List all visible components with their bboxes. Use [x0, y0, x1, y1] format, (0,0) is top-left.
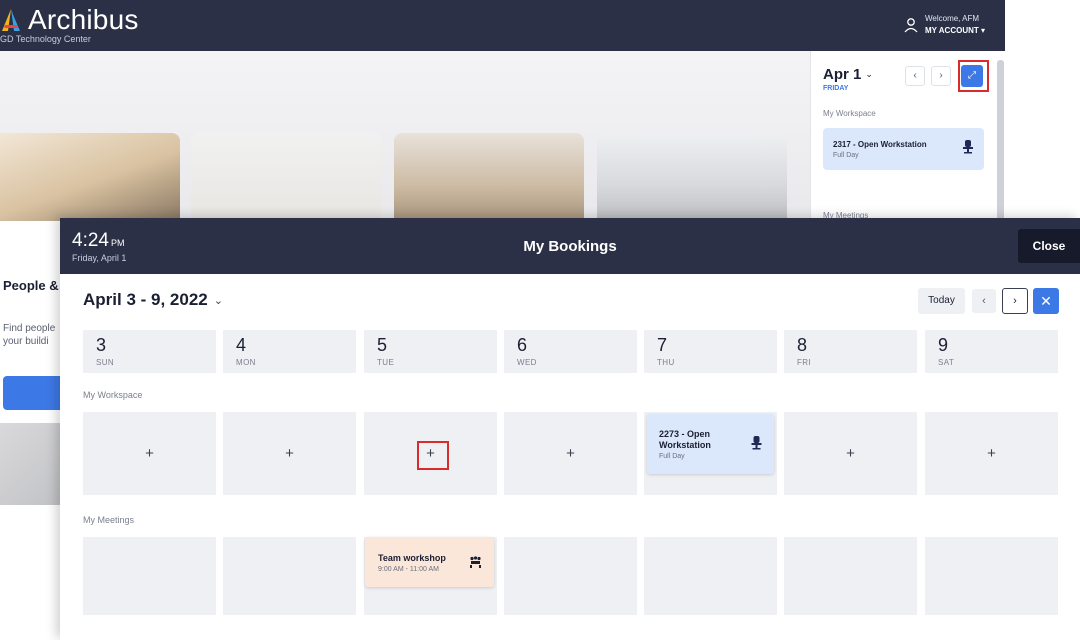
people-desc-line: Find people	[3, 323, 56, 334]
dialog-title: My Bookings	[523, 238, 617, 255]
feature-card-image[interactable]	[0, 133, 180, 221]
meeting-cell[interactable]	[223, 537, 356, 615]
my-bookings-dialog: 4:24 PM Friday, April 1 My Bookings Clos…	[60, 218, 1080, 640]
add-workspace-button[interactable]: +	[925, 412, 1058, 495]
side-next-button[interactable]: ›	[931, 66, 951, 86]
people-card-description: Find people your buildi	[3, 322, 55, 348]
day-number: 4	[236, 335, 247, 355]
meeting-cell[interactable]	[504, 537, 637, 615]
account-menu[interactable]: Welcome, AFM MY ACCOUNT ▾	[903, 13, 985, 37]
day-of-week: SUN	[96, 358, 115, 367]
day-of-week: FRI	[797, 358, 812, 367]
side-weekday: FRIDAY	[823, 85, 849, 92]
welcome-text: Welcome, AFM	[924, 14, 980, 23]
highlight-box	[958, 60, 989, 92]
day-header: 6 WED	[504, 330, 637, 373]
add-workspace-button[interactable]: +	[784, 412, 917, 495]
my-bookings-header: 4:24 PM Friday, April 1 My Bookings Clos…	[60, 218, 1080, 274]
close-button[interactable]: Close	[1018, 229, 1080, 263]
workspace-cell: +	[925, 412, 1058, 495]
meeting-cell[interactable]	[925, 537, 1058, 615]
highlight-box	[417, 441, 449, 470]
add-workspace-button[interactable]: +	[83, 412, 216, 495]
day-of-week: WED	[517, 358, 537, 367]
week-range: April 3 - 9, 2022	[83, 290, 208, 309]
side-date-selector[interactable]: Apr 1 ⌄	[823, 66, 873, 83]
booking-duration: Full Day	[833, 152, 859, 159]
day-header: 4 MON	[223, 330, 356, 373]
feature-card-image[interactable]	[597, 133, 787, 221]
archibus-logo-icon	[2, 9, 20, 31]
next-week-button[interactable]: ›	[1002, 288, 1028, 314]
workspace-cell: +	[83, 412, 216, 495]
day-header: 9 SAT	[925, 330, 1058, 373]
meeting-cell[interactable]	[644, 537, 777, 615]
chevron-down-icon: ⌄	[213, 294, 223, 307]
app-header: Archibus GD Technology Center Welcome, A…	[0, 0, 1005, 51]
day-header: 8 FRI	[784, 330, 917, 373]
brand-name: Archibus	[28, 4, 139, 35]
booking-title: 2317 - Open Workstation	[833, 140, 927, 149]
workspace-cell: +	[504, 412, 637, 495]
booking-title: 2273 - Open Workstation	[659, 429, 711, 450]
meeting-cell[interactable]	[83, 537, 216, 615]
side-panel-scrollbar[interactable]	[997, 60, 1004, 220]
day-header: 5 TUE	[364, 330, 497, 373]
app-logo[interactable]: Archibus	[0, 4, 139, 36]
side-workspace-booking[interactable]: 2317 - Open Workstation Full Day	[823, 128, 984, 170]
meeting-cell[interactable]	[784, 537, 917, 615]
day-number: 3	[96, 335, 107, 355]
add-workspace-button[interactable]: +	[504, 412, 637, 495]
meeting-room-icon	[470, 556, 481, 568]
side-panel: Apr 1 ⌄ FRIDAY ‹ › ⤢ My Workspace 2317 -…	[810, 51, 1005, 221]
user-icon	[904, 18, 918, 33]
meeting-time: 9:00 AM - 11:00 AM	[378, 566, 439, 573]
desk-chair-icon	[963, 140, 973, 154]
day-number: 6	[517, 335, 528, 355]
meeting-title: Team workshop	[378, 553, 446, 563]
workspace-booking-card[interactable]: 2273 - Open Workstation Full Day	[647, 414, 774, 474]
today-button[interactable]: Today	[918, 288, 965, 314]
my-account-label: MY ACCOUNT ▾	[924, 26, 985, 35]
people-card-title: People &	[3, 278, 59, 293]
workspace-cell: +	[784, 412, 917, 495]
workspace-section-label: My Workspace	[83, 390, 143, 400]
day-number: 9	[938, 335, 949, 355]
day-number: 7	[657, 335, 668, 355]
meetings-section-label: My Meetings	[83, 515, 135, 525]
add-workspace-button[interactable]: +	[223, 412, 356, 495]
desk-chair-icon	[751, 436, 762, 450]
day-number: 8	[797, 335, 808, 355]
side-date: Apr 1	[823, 66, 862, 83]
feature-card-image[interactable]	[191, 133, 381, 221]
day-header: 3 SUN	[83, 330, 216, 373]
day-number: 5	[377, 335, 388, 355]
workspace-cell: +	[223, 412, 356, 495]
side-workspace-label: My Workspace	[823, 109, 876, 118]
day-of-week: THU	[657, 358, 675, 367]
meeting-booking-card[interactable]: Team workshop 9:00 AM - 11:00 AM	[365, 537, 494, 587]
feature-card-image[interactable]	[394, 133, 584, 221]
site-subtitle: GD Technology Center	[0, 34, 91, 44]
collapse-button[interactable]: ✕	[1033, 288, 1059, 314]
chevron-down-icon: ⌄	[865, 69, 873, 79]
people-desc-line: your buildi	[3, 336, 49, 347]
booking-duration: Full Day	[659, 453, 685, 460]
week-range-selector[interactable]: April 3 - 9, 2022 ⌄	[83, 290, 223, 310]
prev-week-button[interactable]: ‹	[972, 289, 996, 313]
day-of-week: SAT	[938, 358, 955, 367]
day-of-week: TUE	[377, 358, 395, 367]
screen: Archibus GD Technology Center Welcome, A…	[0, 0, 1080, 640]
day-of-week: MON	[236, 358, 256, 367]
side-prev-button[interactable]: ‹	[905, 66, 925, 86]
day-header: 7 THU	[644, 330, 777, 373]
